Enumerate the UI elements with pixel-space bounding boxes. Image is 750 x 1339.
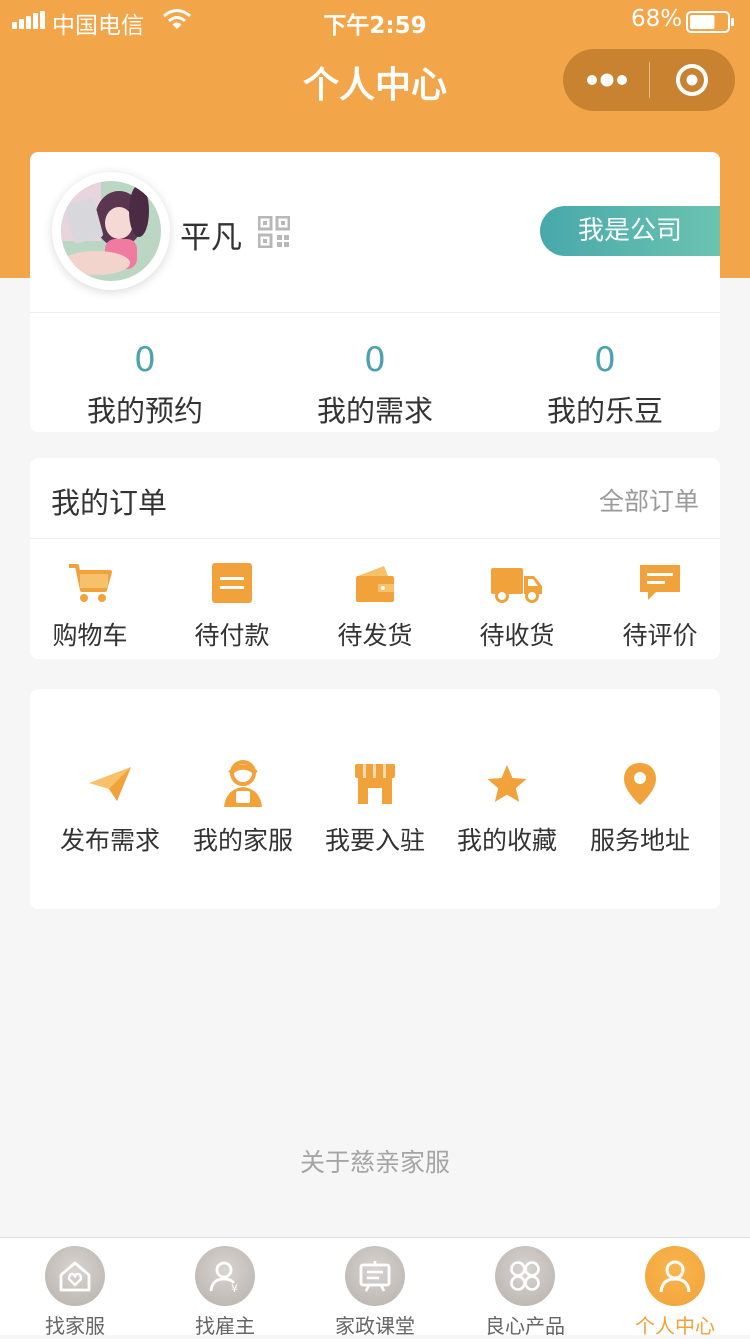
tab-bar: 找家服 ¥ 找雇主 家政课堂 良心产品 个人中心 [0, 1237, 750, 1338]
tab-label: 找家服 [45, 1314, 105, 1338]
tab-find-housekeeper[interactable]: 找家服 [0, 1246, 150, 1339]
divider [30, 312, 720, 313]
orders-title: 我的订单 [51, 486, 168, 520]
user-icon [659, 1260, 691, 1293]
order-pending-review[interactable]: 待评价 [589, 558, 731, 652]
battery-percent: 68% [631, 6, 683, 32]
tab-classroom[interactable]: 家政课堂 [300, 1246, 450, 1339]
status-bar: 中国电信 下午2:59 68% [0, 0, 750, 40]
housekeeper-icon [224, 760, 262, 807]
order-label: 待收货 [479, 621, 555, 650]
stat-ledou[interactable]: 0 我的乐豆 [490, 338, 720, 430]
stat-appointments[interactable]: 0 我的预约 [30, 338, 260, 430]
home-heart-icon [59, 1261, 91, 1292]
service-join[interactable]: 我要入驻 [309, 759, 441, 857]
comment-icon [640, 565, 680, 600]
service-label: 我的家服 [192, 826, 293, 855]
order-label: 待发货 [337, 621, 413, 650]
services-card: 发布需求 我的家服 我要入驻 我的收藏 服务地址 [30, 689, 720, 909]
battery-icon [686, 11, 734, 33]
order-pending-shipment[interactable]: 待发货 [304, 558, 446, 652]
classroom-icon [359, 1261, 391, 1292]
service-label: 发布需求 [59, 826, 160, 855]
service-address[interactable]: 服务地址 [574, 759, 706, 857]
stat-value: 0 [134, 340, 156, 380]
company-button[interactable]: 我是公司 [540, 206, 720, 256]
tab-label: 家政课堂 [335, 1314, 415, 1338]
tab-label: 良心产品 [485, 1314, 565, 1338]
location-pin-icon [624, 763, 656, 805]
divider [30, 538, 720, 539]
mini-program-capsule [563, 49, 735, 111]
stat-label: 我的需求 [316, 394, 433, 428]
stat-label: 我的乐豆 [546, 394, 663, 428]
order-pending-receipt[interactable]: 待收货 [446, 558, 588, 652]
employer-icon: ¥ [209, 1261, 238, 1293]
paper-plane-icon [89, 767, 131, 801]
order-pending-payment[interactable]: 待付款 [161, 558, 303, 652]
order-label: 购物车 [52, 621, 128, 650]
close-button[interactable] [650, 49, 735, 111]
order-label: 待付款 [194, 621, 270, 650]
service-label: 服务地址 [589, 826, 690, 855]
target-close-icon [676, 64, 708, 96]
tab-products[interactable]: 良心产品 [450, 1246, 600, 1339]
all-orders-link[interactable]: 全部订单 [599, 482, 699, 518]
truck-icon [491, 568, 542, 603]
more-button[interactable] [563, 49, 649, 111]
username: 平凡 [180, 220, 242, 256]
storefront-icon [355, 764, 395, 804]
wallet-icon [212, 563, 252, 603]
stat-value: 0 [364, 340, 386, 380]
avatar[interactable] [52, 172, 170, 290]
stat-value: 0 [594, 340, 616, 380]
svg-text:¥: ¥ [231, 1282, 238, 1293]
stat-label: 我的预约 [86, 394, 203, 428]
cart-icon [69, 564, 112, 602]
orders-card: 我的订单 全部订单 购物车 待付款 待发货 待收货 待评价 [30, 458, 720, 659]
stat-demands[interactable]: 0 我的需求 [260, 338, 490, 430]
service-label: 我要入驻 [324, 826, 425, 855]
tab-find-employer[interactable]: ¥ 找雇主 [150, 1246, 300, 1339]
service-label: 我的收藏 [456, 826, 557, 855]
service-post-demand[interactable]: 发布需求 [44, 759, 176, 857]
package-icon [356, 566, 394, 602]
order-cart[interactable]: 购物车 [19, 558, 161, 652]
tab-label: 找雇主 [195, 1314, 255, 1338]
tab-personal-center[interactable]: 个人中心 [600, 1246, 750, 1339]
avatar-image [61, 181, 161, 281]
profile-card: 平凡 我是公司 0 我的预约 0 我的需求 0 我的乐豆 [30, 152, 720, 432]
grid-icon [510, 1261, 540, 1291]
service-my-housekeeper[interactable]: 我的家服 [177, 759, 309, 857]
more-dots-icon [587, 73, 627, 87]
star-icon [487, 765, 527, 802]
about-link[interactable]: 关于慈亲家服 [0, 1143, 750, 1179]
qr-code-icon[interactable] [258, 216, 290, 248]
service-favorites[interactable]: 我的收藏 [441, 759, 573, 857]
order-label: 待评价 [622, 621, 698, 650]
tab-label: 个人中心 [635, 1314, 715, 1338]
